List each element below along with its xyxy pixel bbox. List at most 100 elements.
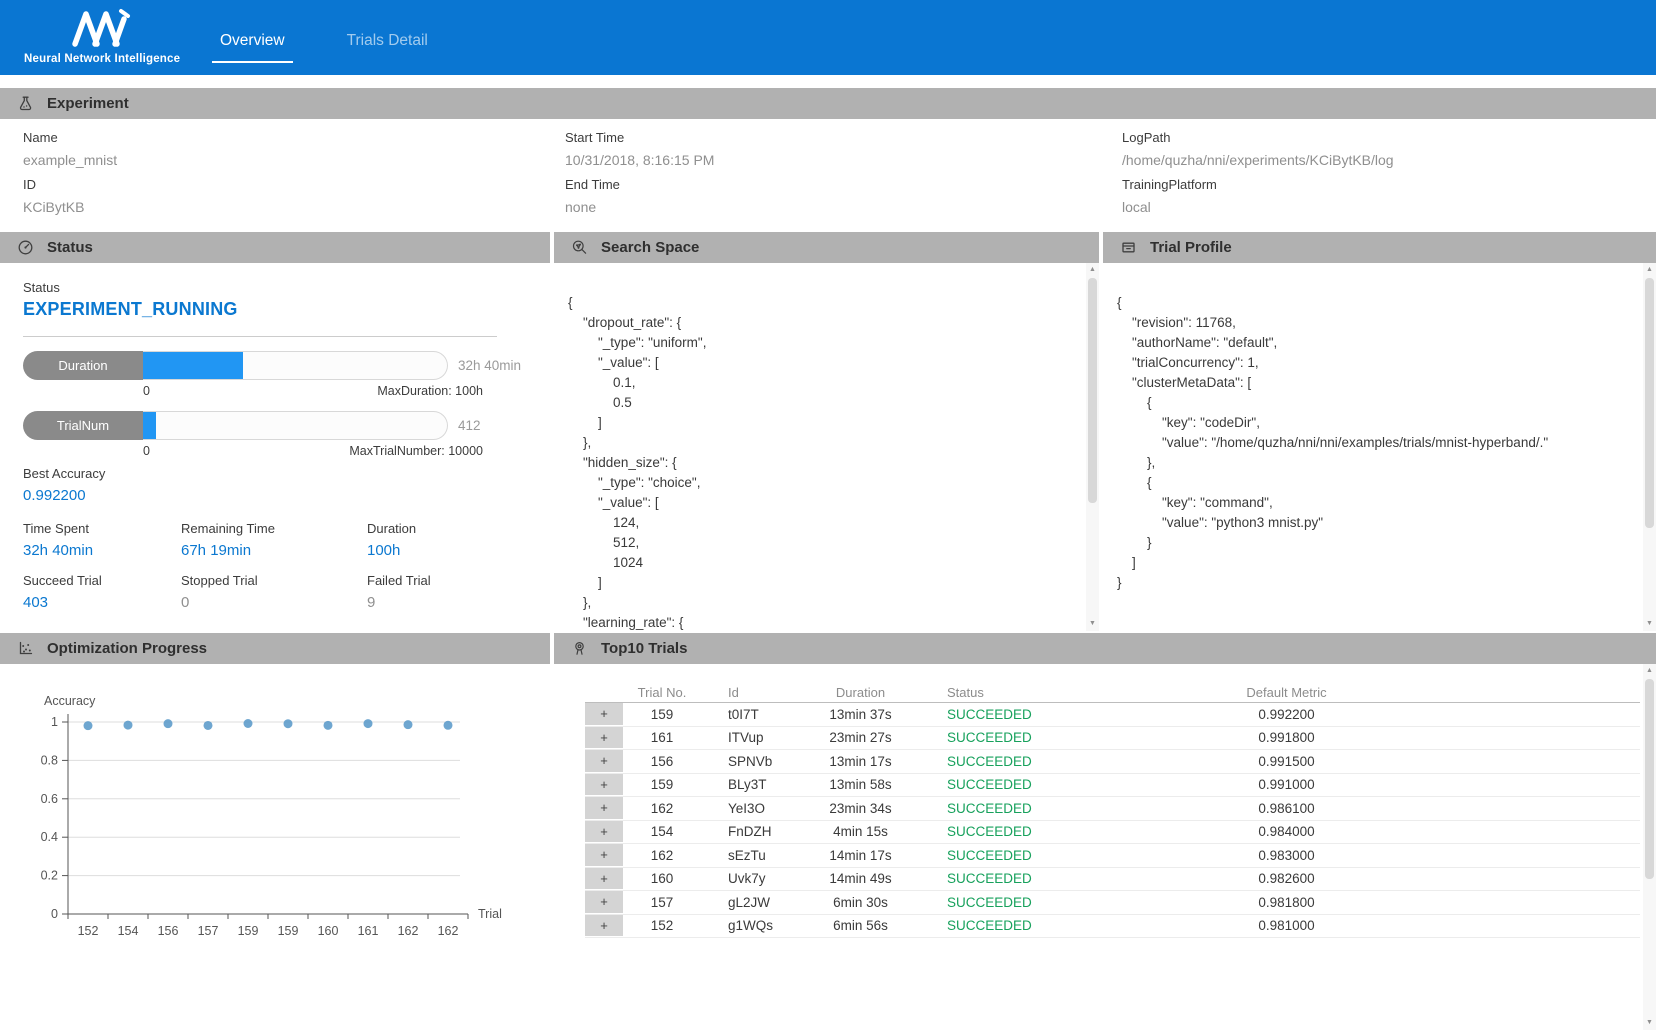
top10-table-header: Trial No. Id Duration Status Default Met…	[585, 682, 1640, 703]
scroll-down-arrow[interactable]: ▼	[1086, 618, 1099, 630]
expand-button[interactable]: +	[585, 821, 623, 844]
trial-id-cell: gL2JW	[701, 895, 813, 910]
flask-icon	[17, 95, 34, 112]
field-label: ID	[23, 177, 565, 192]
table-row: +154FnDZH4min 15sSUCCEEDED0.984000	[585, 821, 1640, 845]
table-row: +156SPNVb13min 17sSUCCEEDED0.991500	[585, 750, 1640, 774]
scatter-point	[444, 721, 453, 730]
search-space-scrollbar[interactable]: ▲ ▼	[1086, 263, 1099, 631]
metric-cell: 0.991800	[1138, 730, 1640, 745]
status-cell: SUCCEEDED	[928, 918, 1138, 933]
table-row: +162sEzTu14min 17sSUCCEEDED0.983000	[585, 844, 1640, 868]
trial-no-cell: 162	[623, 848, 701, 863]
top10-rows: +159t0I7T13min 37sSUCCEEDED0.992200+161I…	[585, 703, 1640, 938]
trial-id-cell: ITVup	[701, 730, 813, 745]
scroll-thumb[interactable]	[1645, 679, 1654, 879]
progress-max: MaxDuration: 100h	[377, 384, 483, 398]
column-header-default-metric: Default Metric	[1138, 685, 1640, 700]
archive-box-icon	[1120, 239, 1137, 256]
trial-no-cell: 154	[623, 824, 701, 839]
y-tick-label: 0.2	[41, 869, 58, 883]
trial-no-cell: 156	[623, 754, 701, 769]
metric-value: 403	[23, 594, 181, 611]
trial-id-cell: Uvk7y	[701, 871, 813, 886]
field-value: local	[1122, 199, 1643, 215]
metric-cell: 0.981000	[1138, 918, 1640, 933]
search-space-section-header: Search Space	[554, 232, 1099, 263]
scatter-point	[244, 719, 253, 728]
scroll-up-arrow[interactable]: ▲	[1086, 264, 1099, 276]
y-tick-label: 0.4	[41, 830, 58, 844]
section-title: Search Space	[601, 239, 699, 256]
trialnum-progress-fill	[143, 412, 156, 439]
trial-id-cell: sEzTu	[701, 848, 813, 863]
top-nav: Neural Network Intelligence Overview Tri…	[0, 0, 1656, 75]
nav-tabs: Overview Trials Detail	[212, 28, 436, 63]
scatter-point	[404, 720, 413, 729]
scroll-thumb[interactable]	[1645, 278, 1654, 528]
trial-id-cell: g1WQs	[701, 918, 813, 933]
table-row: +159t0I7T13min 37sSUCCEEDED0.992200	[585, 703, 1640, 727]
status-cell: SUCCEEDED	[928, 895, 1138, 910]
metric-label: Remaining Time	[181, 521, 367, 536]
trial-no-cell: 159	[623, 777, 701, 792]
status-cell: SUCCEEDED	[928, 848, 1138, 863]
trial-id-cell: YeI3O	[701, 801, 813, 816]
top10-section-header: Top10 Trials	[554, 633, 1656, 664]
metric-value: 9	[367, 594, 431, 611]
expand-button[interactable]: +	[585, 774, 623, 797]
expand-button[interactable]: +	[585, 797, 623, 820]
duration-cell: 13min 17s	[813, 754, 928, 769]
experiment-col-1: Nameexample_mnist IDKCiBytKB	[23, 130, 565, 224]
x-tick-label: 156	[158, 924, 179, 938]
x-tick-label: 162	[438, 924, 459, 938]
scroll-up-arrow[interactable]: ▲	[1643, 264, 1656, 276]
status-metrics: Time Spent32h 40min Remaining Time67h 19…	[23, 521, 431, 611]
progress-track	[143, 351, 448, 380]
duration-cell: 13min 37s	[813, 707, 928, 722]
top10-scrollbar[interactable]: ▲ ▼	[1643, 664, 1656, 1030]
metric-label: Succeed Trial	[23, 573, 181, 588]
expand-button[interactable]: +	[585, 868, 623, 891]
metric-value: 0	[181, 594, 367, 611]
tab-overview[interactable]: Overview	[212, 28, 293, 63]
scatter-plot-icon	[17, 640, 34, 657]
field-label: Name	[23, 130, 565, 145]
tab-trials-detail[interactable]: Trials Detail	[339, 28, 436, 63]
duration-cell: 14min 49s	[813, 871, 928, 886]
expand-button[interactable]: +	[585, 891, 623, 914]
y-tick-label: 0.6	[41, 792, 58, 806]
trialnum-progress-bar: TrialNum 412	[23, 411, 543, 440]
scroll-down-arrow[interactable]: ▼	[1643, 1017, 1656, 1029]
trial-no-cell: 162	[623, 801, 701, 816]
expand-button[interactable]: +	[585, 844, 623, 867]
progress-min: 0	[143, 444, 150, 458]
field-value: /home/quzha/nni/experiments/KCiBytKB/log	[1122, 152, 1643, 168]
x-tick-label: 162	[398, 924, 419, 938]
trial-id-cell: BLy3T	[701, 777, 813, 792]
metric-cell: 0.984000	[1138, 824, 1640, 839]
scroll-down-arrow[interactable]: ▼	[1643, 618, 1656, 630]
status-cell: SUCCEEDED	[928, 871, 1138, 886]
expand-button[interactable]: +	[585, 727, 623, 750]
trial-profile-scrollbar[interactable]: ▲ ▼	[1643, 263, 1656, 631]
scroll-thumb[interactable]	[1088, 278, 1097, 503]
progress-value: 32h 40min	[458, 351, 521, 380]
status-section-header: Status	[0, 232, 550, 263]
scroll-up-arrow[interactable]: ▲	[1643, 665, 1656, 677]
field-label: LogPath	[1122, 130, 1643, 145]
metric-cell: 0.981800	[1138, 895, 1640, 910]
x-tick-label: 152	[78, 924, 99, 938]
duration-progress-bar: Duration 32h 40min	[23, 351, 543, 380]
progress-value: 412	[458, 411, 481, 440]
table-row: +159BLy3T13min 58sSUCCEEDED0.991000	[585, 774, 1640, 798]
expand-button[interactable]: +	[585, 915, 623, 938]
trial-no-cell: 157	[623, 895, 701, 910]
expand-button[interactable]: +	[585, 750, 623, 773]
field-value: example_mnist	[23, 152, 565, 168]
section-title: Optimization Progress	[47, 640, 207, 657]
status-cell: SUCCEEDED	[928, 754, 1138, 769]
metric-value: 32h 40min	[23, 542, 181, 559]
expand-button[interactable]: +	[585, 703, 623, 726]
metric-cell: 0.991500	[1138, 754, 1640, 769]
